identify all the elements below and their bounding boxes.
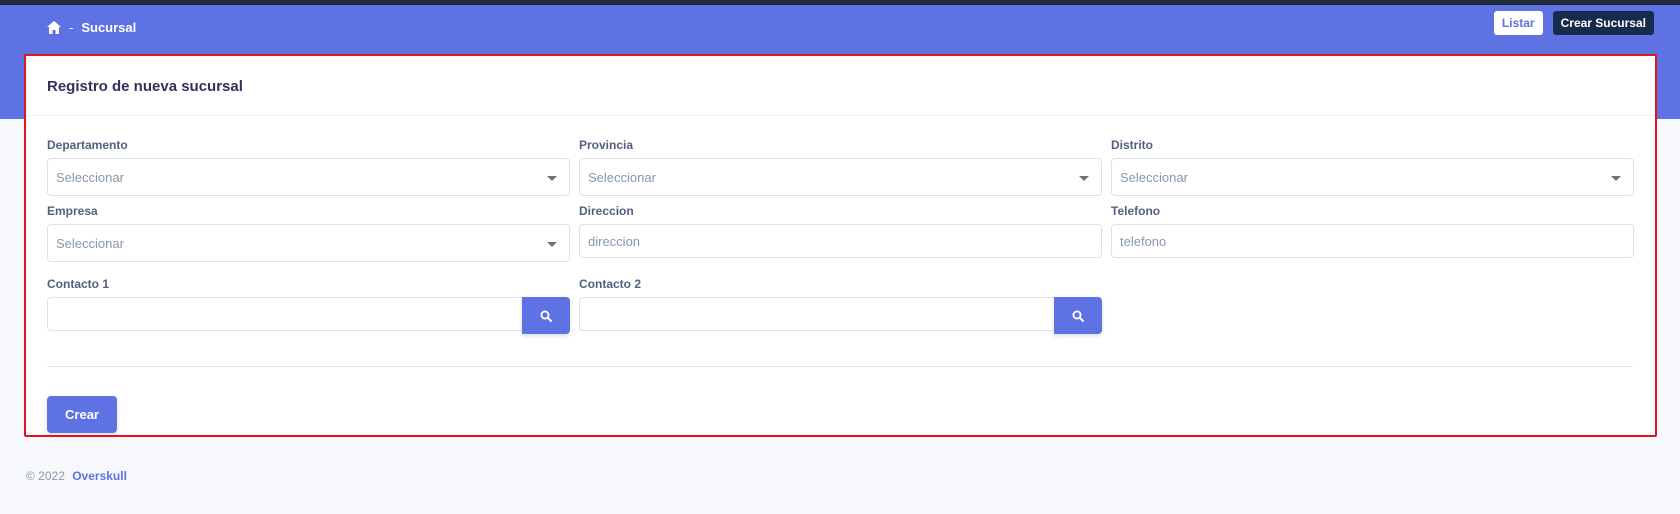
crear-sucursal-button[interactable]: Crear Sucursal <box>1552 11 1654 35</box>
distrito-select[interactable]: Seleccionar <box>1111 158 1634 196</box>
chevron-down-icon <box>1611 176 1621 181</box>
footer-brand-link[interactable]: Overskull <box>72 469 127 483</box>
breadcrumb-separator: - <box>69 19 74 35</box>
telefono-field: Telefono telefono <box>1111 204 1634 258</box>
direccion-field: Direccion direccion <box>579 204 1102 258</box>
distrito-label: Distrito <box>1111 138 1153 152</box>
form-card: Registro de nueva sucursal Departamento … <box>24 54 1657 437</box>
direccion-label: Direccion <box>579 204 634 218</box>
contacto1-search-button[interactable] <box>522 297 570 334</box>
breadcrumb-current[interactable]: Sucursal <box>81 20 136 35</box>
contacto2-label: Contacto 2 <box>579 277 642 291</box>
contacto2-field: Contacto 2 <box>579 277 1102 334</box>
direccion-placeholder: direccion <box>588 233 641 249</box>
direccion-input[interactable]: direccion <box>579 224 1102 258</box>
departamento-value: Seleccionar <box>56 169 124 185</box>
contacto2-search-button[interactable] <box>1054 297 1102 334</box>
departamento-field: Departamento Seleccionar <box>47 138 570 196</box>
telefono-label: Telefono <box>1111 204 1161 218</box>
telefono-placeholder: telefono <box>1120 233 1167 249</box>
form-divider <box>47 366 1633 367</box>
provincia-field: Provincia Seleccionar <box>579 138 1102 196</box>
search-icon <box>540 310 552 322</box>
footer-copyright: © 2022 <box>26 469 65 483</box>
provincia-value: Seleccionar <box>588 169 656 185</box>
chevron-down-icon <box>547 242 557 247</box>
contacto2-input[interactable] <box>579 297 1054 331</box>
chevron-down-icon <box>547 176 557 181</box>
empresa-select[interactable]: Seleccionar <box>47 224 570 262</box>
contacto1-input[interactable] <box>47 297 522 331</box>
empresa-label: Empresa <box>47 204 98 218</box>
breadcrumb: - Sucursal <box>47 16 136 38</box>
provincia-select[interactable]: Seleccionar <box>579 158 1102 196</box>
distrito-value: Seleccionar <box>1120 169 1188 185</box>
provincia-label: Provincia <box>579 138 634 152</box>
departamento-label: Departamento <box>47 138 128 152</box>
empresa-field: Empresa Seleccionar <box>47 204 570 262</box>
empresa-value: Seleccionar <box>56 235 124 251</box>
contacto1-field: Contacto 1 <box>47 277 570 334</box>
listar-button[interactable]: Listar <box>1493 11 1543 35</box>
footer: © 2022 Overskull <box>26 469 127 483</box>
chevron-down-icon <box>1079 176 1089 181</box>
contacto1-label: Contacto 1 <box>47 277 110 291</box>
distrito-field: Distrito Seleccionar <box>1111 138 1634 196</box>
title-divider <box>26 115 1655 116</box>
form-title: Registro de nueva sucursal <box>47 78 243 95</box>
departamento-select[interactable]: Seleccionar <box>47 158 570 196</box>
telefono-input[interactable]: telefono <box>1111 224 1634 258</box>
crear-button[interactable]: Crear <box>47 396 117 433</box>
home-icon[interactable] <box>47 20 61 34</box>
search-icon <box>1072 310 1084 322</box>
